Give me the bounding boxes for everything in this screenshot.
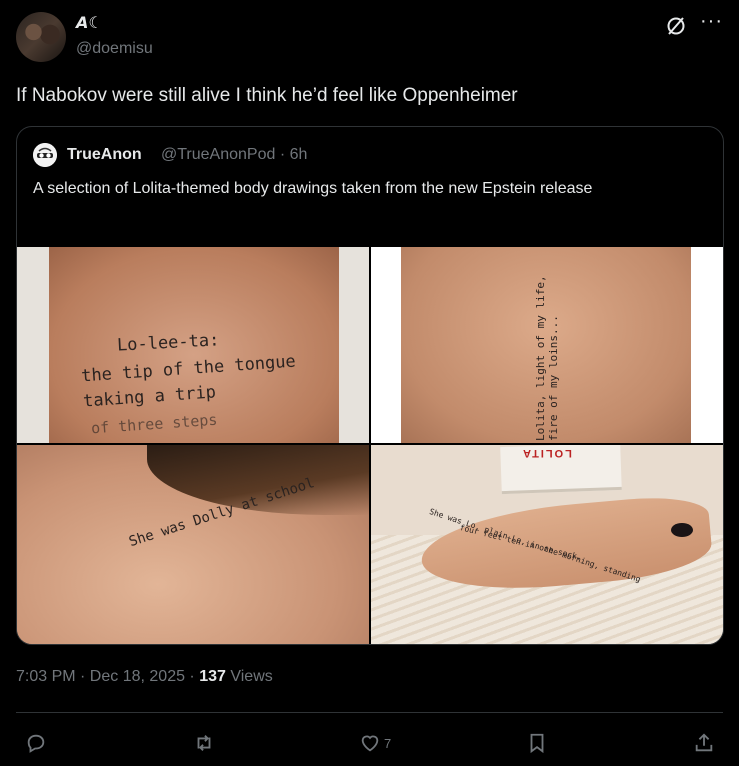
tweet-text: If Nabokov were still alive I think he’d… (16, 85, 518, 106)
media-image-2[interactable]: Lolita, light of my life, fire of my loi… (371, 247, 723, 443)
quoted-author-name[interactable]: TrueAnon (67, 146, 142, 164)
like-count: 7 (384, 735, 392, 751)
like-button[interactable]: 7 (359, 728, 391, 758)
reply-button[interactable] (25, 728, 47, 758)
retweet-button[interactable] (193, 728, 215, 758)
media-image-1[interactable]: Lo-lee-ta: the tip of the tongue taking … (17, 247, 369, 443)
timestamp[interactable]: 7:03 PM · Dec 18, 2025 · (16, 668, 199, 685)
views-label: Views (225, 668, 273, 685)
reply-icon (27, 734, 45, 753)
like-icon (361, 735, 379, 752)
bookmark-icon (530, 733, 544, 754)
book-title: LOLITA (521, 447, 572, 459)
drawing-spine-text: Lolita, light of my life, fire of my loi… (534, 275, 560, 441)
share-icon (695, 733, 713, 752)
views-count: 137 (199, 668, 226, 685)
retweet-icon (197, 735, 211, 751)
more-icon[interactable]: ··· (700, 10, 723, 33)
media-image-3[interactable]: She was Dolly at school (17, 445, 369, 644)
author-avatar[interactable] (16, 12, 66, 62)
media-grid: Lo-lee-ta: the tip of the tongue taking … (17, 247, 723, 644)
divider (16, 712, 723, 713)
quoted-author-avatar[interactable] (33, 143, 57, 167)
author-display-name[interactable]: 𝘼☾ (76, 13, 103, 33)
media-image-4[interactable]: LOLITA She was Lo, plain Lo, in the morn… (371, 445, 723, 644)
grok-icon[interactable] (664, 14, 688, 38)
quoted-tweet[interactable]: TrueAnon @TrueAnonPod · 6h A selection o… (16, 126, 724, 645)
bookmark-button[interactable] (526, 728, 548, 758)
share-button[interactable] (693, 728, 715, 758)
author-handle[interactable]: @doemisu (76, 40, 153, 58)
quoted-author-handle[interactable]: @TrueAnonPod · 6h (161, 146, 307, 164)
quoted-tweet-text: A selection of Lolita-themed body drawin… (33, 180, 593, 197)
tweet-meta: 7:03 PM · Dec 18, 2025 · 137 Views (16, 668, 273, 686)
